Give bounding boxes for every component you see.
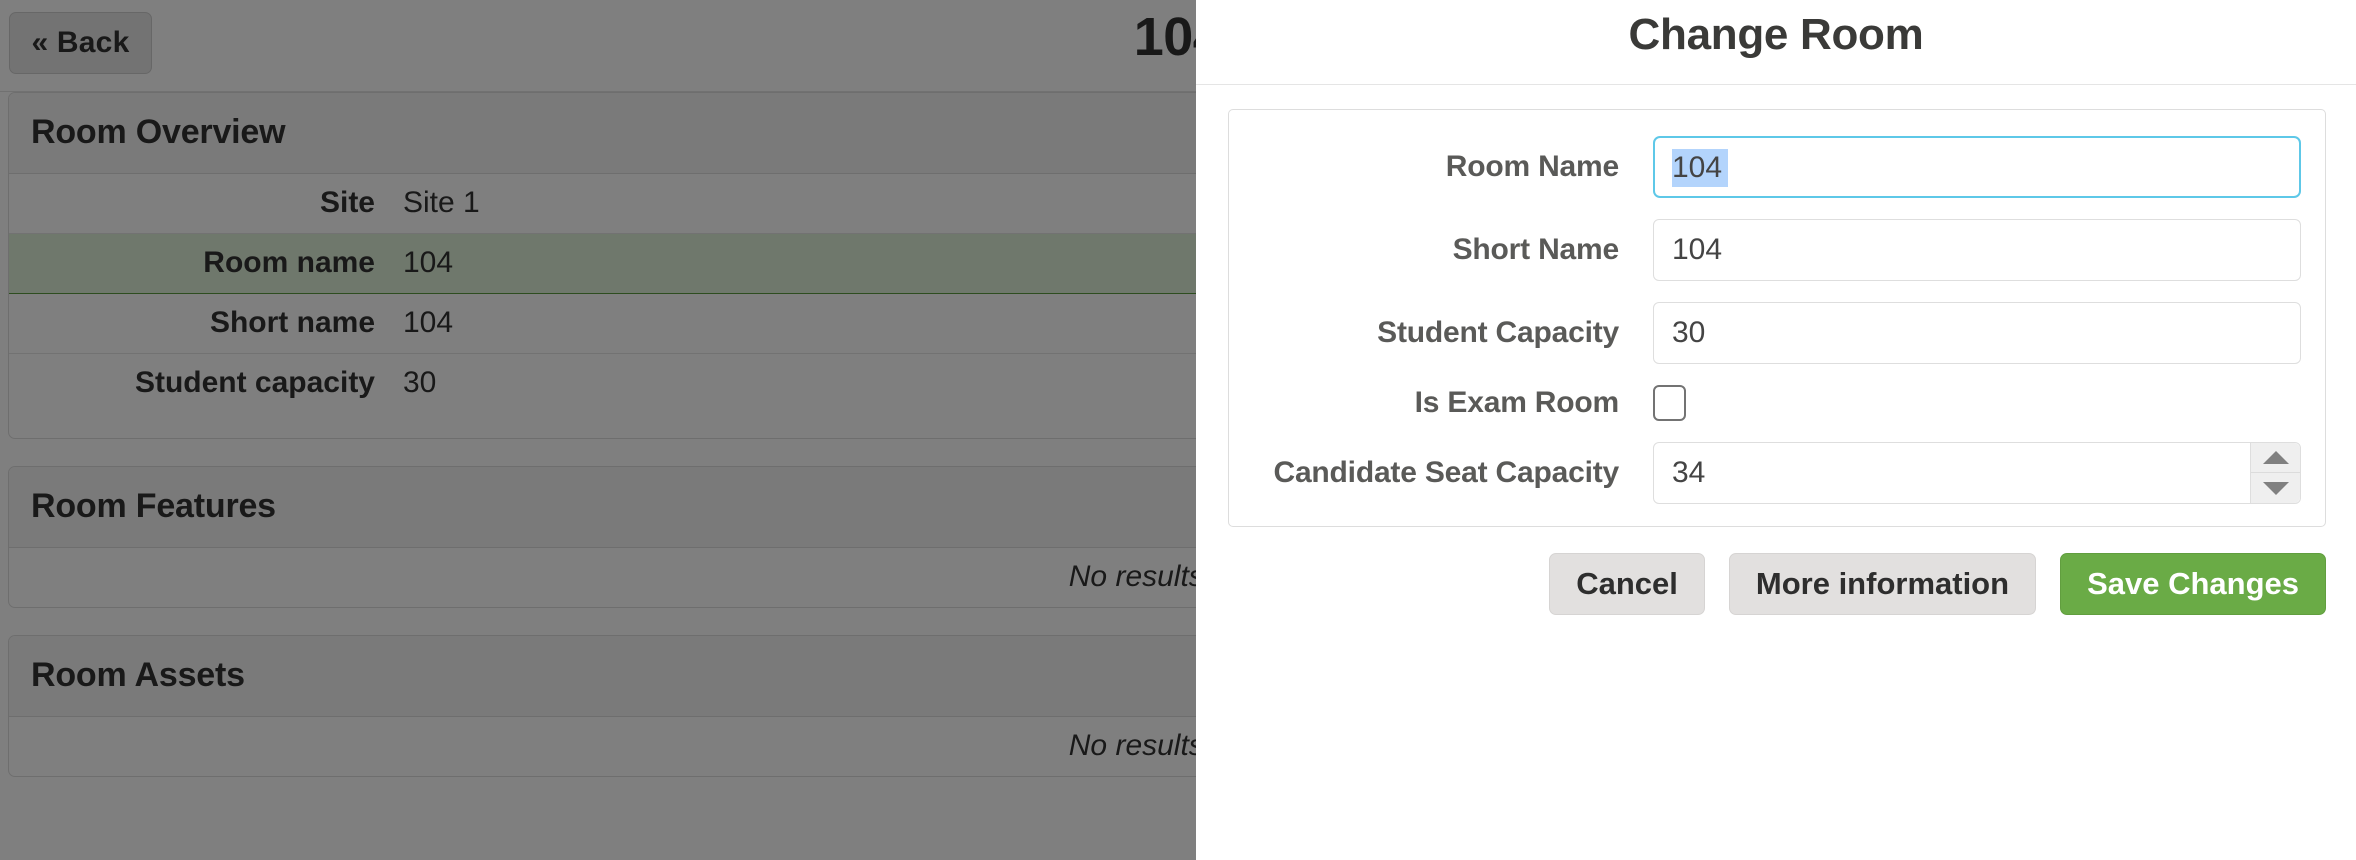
- student-capacity-input[interactable]: [1653, 302, 2301, 364]
- save-changes-button[interactable]: Save Changes: [2060, 553, 2326, 615]
- candidate-seat-capacity-input[interactable]: [1653, 442, 2301, 504]
- chevron-up-icon: [2263, 451, 2289, 464]
- chevron-down-icon: [2263, 482, 2289, 495]
- change-room-modal: Change Room Room Name 104 Short Name: [1196, 0, 2356, 860]
- form-row-candidate-seat-capacity: Candidate Seat Capacity: [1253, 442, 2301, 504]
- is-exam-room-checkbox[interactable]: [1653, 385, 1686, 421]
- modal-body: Room Name 104 Short Name Student Capacit…: [1196, 109, 2356, 615]
- room-name-wrap: 104: [1653, 136, 2301, 198]
- label-candidate-seat-capacity: Candidate Seat Capacity: [1253, 456, 1653, 490]
- short-name-input[interactable]: [1653, 219, 2301, 281]
- modal-header: Change Room: [1196, 0, 2356, 85]
- number-spinner: [2250, 443, 2300, 503]
- form-row-room-name: Room Name 104: [1253, 136, 2301, 198]
- candidate-seat-capacity-wrap: [1653, 442, 2301, 504]
- spinner-increment-button[interactable]: [2251, 443, 2300, 473]
- label-room-name: Room Name: [1253, 150, 1653, 184]
- cancel-button[interactable]: Cancel: [1549, 553, 1705, 615]
- room-name-input[interactable]: [1653, 136, 2301, 198]
- label-short-name: Short Name: [1253, 233, 1653, 267]
- form-row-is-exam-room: Is Exam Room: [1253, 385, 2301, 421]
- modal-title: Change Room: [1196, 10, 2356, 60]
- student-capacity-wrap: [1653, 302, 2301, 364]
- form-row-student-capacity: Student Capacity: [1253, 302, 2301, 364]
- more-information-button[interactable]: More information: [1729, 553, 2036, 615]
- label-is-exam-room: Is Exam Room: [1253, 386, 1653, 420]
- modal-footer: Cancel More information Save Changes: [1228, 553, 2326, 615]
- spinner-decrement-button[interactable]: [2251, 473, 2300, 503]
- change-room-form: Room Name 104 Short Name Student Capacit…: [1228, 109, 2326, 527]
- is-exam-room-wrap: [1653, 385, 2301, 421]
- short-name-wrap: [1653, 219, 2301, 281]
- label-student-capacity: Student Capacity: [1253, 316, 1653, 350]
- form-row-short-name: Short Name: [1253, 219, 2301, 281]
